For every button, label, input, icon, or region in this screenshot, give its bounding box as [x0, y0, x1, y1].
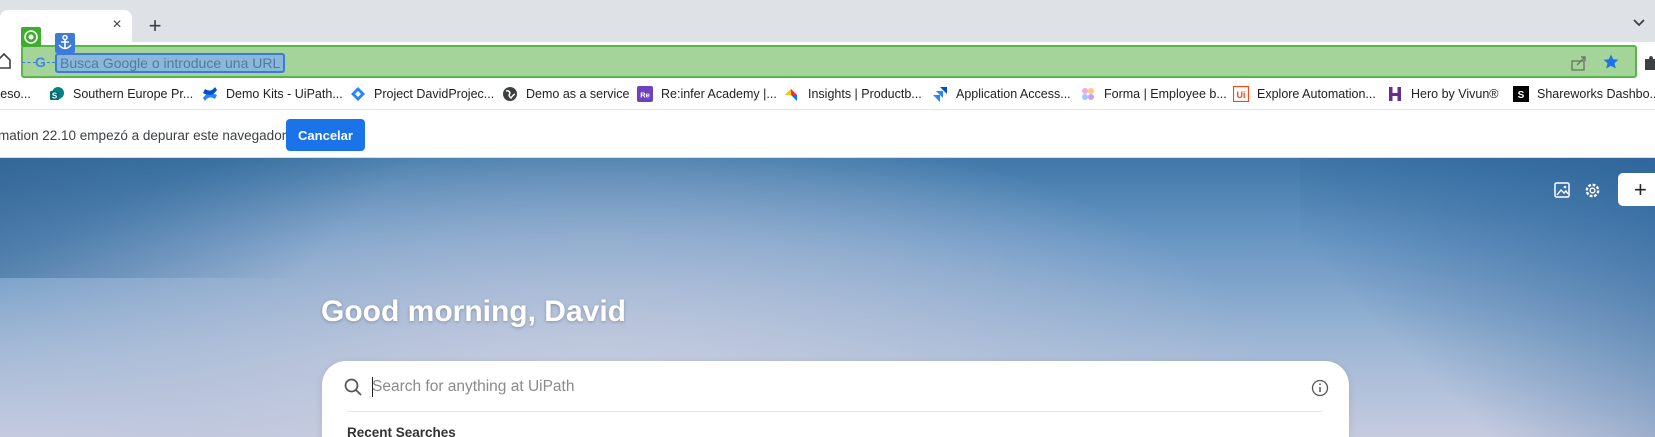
tab-search-chevron-icon[interactable]	[1630, 14, 1648, 32]
shareworks-icon: S	[1513, 86, 1529, 102]
bookmark-item[interactable]: iteso...	[0, 84, 31, 104]
svg-text:S: S	[52, 92, 58, 101]
globe-icon	[502, 86, 518, 102]
productboard-icon	[784, 86, 800, 102]
text-caret	[372, 377, 373, 397]
info-icon[interactable]	[1311, 379, 1329, 397]
bookmark-item[interactable]: Forma | Employee b...	[1080, 84, 1227, 104]
cancel-button[interactable]: Cancelar	[286, 119, 365, 151]
anchor-badge-icon	[55, 33, 75, 53]
jira-icon	[932, 86, 948, 102]
bookmark-item[interactable]: S Shareworks Dashbo...	[1513, 84, 1655, 104]
divider	[347, 411, 1322, 412]
bookmark-item[interactable]: Insights | Productb...	[784, 84, 922, 104]
home-icon[interactable]	[0, 52, 12, 70]
reinfer-icon: Re	[637, 86, 653, 102]
diamond-icon	[350, 86, 366, 102]
add-shortcut-button[interactable]: +	[1618, 173, 1655, 206]
gear-icon[interactable]	[1583, 181, 1602, 200]
overlay-connector	[22, 62, 36, 63]
uipath-icon: Ui	[1233, 86, 1249, 102]
tab-close-icon[interactable]: ×	[108, 16, 126, 34]
bookmark-label: Insights | Productb...	[808, 87, 922, 101]
recent-searches-label: Recent Searches	[347, 425, 456, 437]
background-shade	[0, 158, 400, 278]
address-bar-placeholder[interactable]: Busca Google o introduce una URL	[55, 53, 286, 73]
target-badge-icon	[21, 27, 41, 47]
svg-text:Ui: Ui	[1237, 90, 1246, 100]
infobar-message: mation 22.10 empezó a depurar este naveg…	[0, 128, 287, 143]
new-tab-button[interactable]: +	[144, 15, 166, 37]
confluence-icon	[202, 86, 218, 102]
bookmark-label: Re:infer Academy |...	[661, 87, 777, 101]
bookmark-label: Shareworks Dashbo...	[1537, 87, 1655, 101]
bookmark-item[interactable]: S Southern Europe Pr...	[49, 84, 193, 104]
svg-text:Re: Re	[640, 91, 650, 100]
background-image-icon[interactable]	[1553, 181, 1571, 199]
hero-icon	[1387, 86, 1403, 102]
bookmark-label: Explore Automation...	[1257, 87, 1376, 101]
bookmark-label: Project DavidProjec...	[374, 87, 495, 101]
sharepoint-icon: S	[49, 86, 65, 102]
bookmark-label: Hero by Vivun®	[1411, 87, 1499, 101]
bookmark-label: Demo Kits - UiPath...	[226, 87, 343, 101]
greeting-heading: Good morning, David	[321, 295, 626, 328]
bookmark-item[interactable]: Re Re:infer Academy |...	[637, 84, 777, 104]
search-input[interactable]	[372, 374, 1272, 400]
bookmark-item[interactable]: Hero by Vivun®	[1387, 84, 1499, 104]
bookmark-label: Southern Europe Pr...	[73, 87, 194, 101]
google-icon: G	[35, 54, 46, 70]
share-icon[interactable]	[1570, 54, 1588, 72]
overlay-connector	[47, 62, 55, 63]
bookmark-label: iteso...	[0, 87, 31, 101]
bookmark-item[interactable]: Demo Kits - UiPath...	[202, 84, 343, 104]
forma-icon	[1080, 86, 1096, 102]
search-icon	[344, 378, 362, 396]
bookmark-item[interactable]: Demo as a service	[502, 84, 630, 104]
bookmark-item[interactable]: Ui Explore Automation...	[1233, 84, 1376, 104]
bookmark-item[interactable]: Application Access...	[932, 84, 1071, 104]
bookmark-item[interactable]: Project DavidProjec...	[350, 84, 494, 104]
bookmark-label: Application Access...	[956, 87, 1071, 101]
svg-text:S: S	[1518, 90, 1525, 101]
bookmark-label: Forma | Employee b...	[1104, 87, 1227, 101]
bookmark-label: Demo as a service	[526, 87, 630, 101]
tab-strip	[0, 0, 1655, 42]
extensions-puzzle-icon[interactable]	[1643, 54, 1655, 70]
bookmark-star-icon[interactable]	[1602, 53, 1620, 71]
